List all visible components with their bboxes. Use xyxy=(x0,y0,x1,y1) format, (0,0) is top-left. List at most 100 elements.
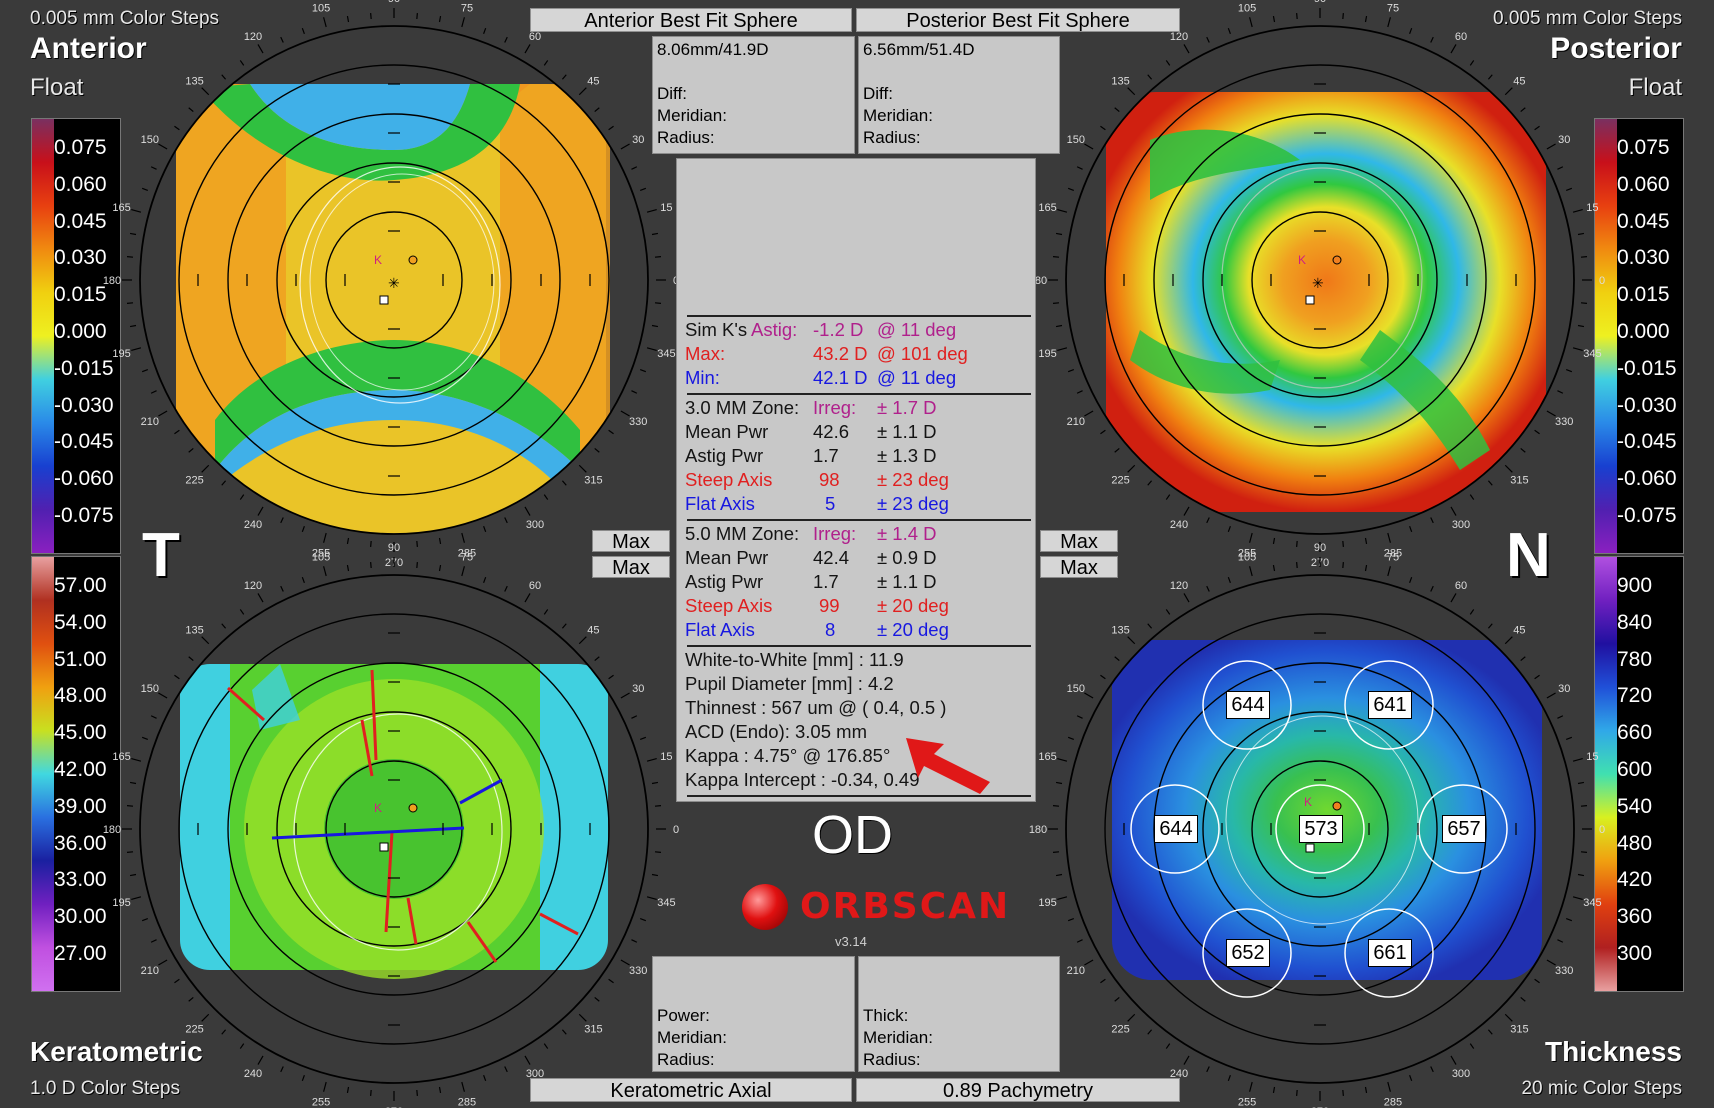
degree-label: 330 xyxy=(629,416,647,428)
divider xyxy=(687,393,1031,395)
max-button-thickness[interactable]: Max xyxy=(1040,556,1118,579)
degree-label: 150 xyxy=(1067,683,1085,695)
dial-tick xyxy=(578,636,587,645)
dial-tick xyxy=(141,918,149,922)
dial-tick xyxy=(1227,1074,1231,1082)
zone5-flat-label: Flat Axis xyxy=(685,619,755,640)
dial-tick xyxy=(461,532,465,543)
dial-tick xyxy=(301,525,305,533)
dial-tick xyxy=(639,369,647,373)
dial-tick xyxy=(174,125,180,131)
dial-tick xyxy=(129,232,137,236)
thick-label: Thick: xyxy=(863,1006,909,1025)
max-button-posterior[interactable]: Max xyxy=(1040,530,1118,553)
degree-label: 120 xyxy=(244,580,262,592)
max-button-keratometric[interactable]: Max xyxy=(592,556,670,579)
dial-tick xyxy=(504,36,508,43)
max-button-anterior[interactable]: Max xyxy=(592,530,670,553)
degree-label: 15 xyxy=(1586,751,1598,763)
dial-tick xyxy=(1520,656,1526,662)
degree-label: 255 xyxy=(312,1096,330,1108)
posterior-float-map: K ✳ xyxy=(1065,25,1575,535)
dial-tick xyxy=(1557,715,1564,719)
dial-tick xyxy=(438,15,442,23)
zone3-title: 3.0 MM Zone: xyxy=(685,397,800,418)
dial-tick xyxy=(1076,715,1083,719)
dial-tick xyxy=(1055,873,1063,877)
simk-max-axis: @ 101 deg xyxy=(877,343,968,364)
degree-label: 30 xyxy=(632,683,644,695)
dial-tick xyxy=(1504,464,1513,473)
dial-tick xyxy=(1387,1081,1391,1092)
zone3-mean-pm: ± 1.1 D xyxy=(877,421,937,442)
dial-tick xyxy=(654,302,662,304)
degree-label: 300 xyxy=(1452,519,1470,531)
dial-tick xyxy=(141,187,149,191)
degree-label: 60 xyxy=(529,580,541,592)
dial-tick xyxy=(608,978,614,984)
dial-tick xyxy=(1565,369,1573,373)
tab-pachymetry[interactable]: 0.89 Pachymetry xyxy=(856,1078,1180,1102)
anterior-thinnest-marker xyxy=(379,295,389,305)
dial-tick xyxy=(370,12,372,20)
dial-tick xyxy=(1469,494,1475,500)
eye-label: OD xyxy=(812,805,893,865)
zone5-irreg-label: Irreg: xyxy=(813,523,857,544)
degree-label: 195 xyxy=(1038,897,1056,909)
dial-tick xyxy=(346,1086,350,1094)
dial-tick xyxy=(346,564,350,572)
degree-label: 210 xyxy=(1067,416,1085,428)
dial-tick xyxy=(1430,585,1434,592)
dial-tick xyxy=(1076,166,1083,170)
degree-label: 30 xyxy=(1558,134,1570,146)
degree-label: 345 xyxy=(1583,897,1601,909)
dial-tick xyxy=(1227,525,1231,533)
dial-tick xyxy=(1147,623,1153,629)
pachy-value-right: 657 xyxy=(1442,815,1486,843)
degree-label: 165 xyxy=(1038,751,1056,763)
dial-tick xyxy=(1565,918,1573,922)
statistics-panel: Sim K's Astig: -1.2 D @ 11 deg Max: 43.2… xyxy=(676,158,1036,802)
zone3-astig-value: 1.7 xyxy=(813,445,839,466)
dial-tick xyxy=(201,636,210,645)
zone3-flat-label: Flat Axis xyxy=(685,493,755,514)
degree-label: 315 xyxy=(1510,474,1528,486)
thinnest: Thinnest : 567 um @ ( 0.4, 0.5 ) xyxy=(685,697,947,718)
dial-tick xyxy=(561,74,567,80)
dial-tick xyxy=(1387,532,1391,543)
degree-label: 300 xyxy=(1452,1068,1470,1080)
dial-tick xyxy=(578,87,587,96)
dial-tick xyxy=(1504,87,1513,96)
dial-tick xyxy=(1487,480,1493,486)
bottom-left-meridian-label: Meridian: xyxy=(657,1028,727,1047)
dial-tick xyxy=(608,125,614,131)
dial-tick xyxy=(188,447,194,453)
dial-tick xyxy=(188,996,194,1002)
degree-label: 105 xyxy=(312,552,330,564)
dial-tick xyxy=(543,494,549,500)
dial-tick xyxy=(150,166,157,170)
keratometric-color-steps: 1.0 D Color Steps xyxy=(30,1078,180,1099)
dial-tick xyxy=(654,256,662,258)
dial-tick xyxy=(280,36,284,43)
dial-tick xyxy=(201,87,210,96)
dial-tick xyxy=(150,715,157,719)
tab-keratometric-axial[interactable]: Keratometric Axial xyxy=(530,1078,852,1102)
dial-tick xyxy=(323,566,327,577)
dial-tick xyxy=(1084,143,1094,150)
dial-tick xyxy=(301,1074,305,1082)
dial-tick xyxy=(1387,566,1391,577)
dial-tick xyxy=(129,324,137,328)
dial-tick xyxy=(129,781,137,785)
dial-tick xyxy=(1546,692,1556,699)
degree-label: 225 xyxy=(185,474,203,486)
orbscan-screen: 0.005 mm Color Steps Anterior Float 0.00… xyxy=(0,0,1714,1108)
dial-tick xyxy=(221,480,227,486)
dial-tick xyxy=(158,143,168,150)
keratometric-point-info: Power: Meridian: Radius: xyxy=(652,956,855,1072)
degree-label: 45 xyxy=(1513,76,1525,88)
dial-tick xyxy=(129,873,137,877)
dial-tick xyxy=(524,44,531,54)
degree-label: 180 xyxy=(103,275,121,287)
zone5-astig-pm: ± 1.1 D xyxy=(877,571,937,592)
